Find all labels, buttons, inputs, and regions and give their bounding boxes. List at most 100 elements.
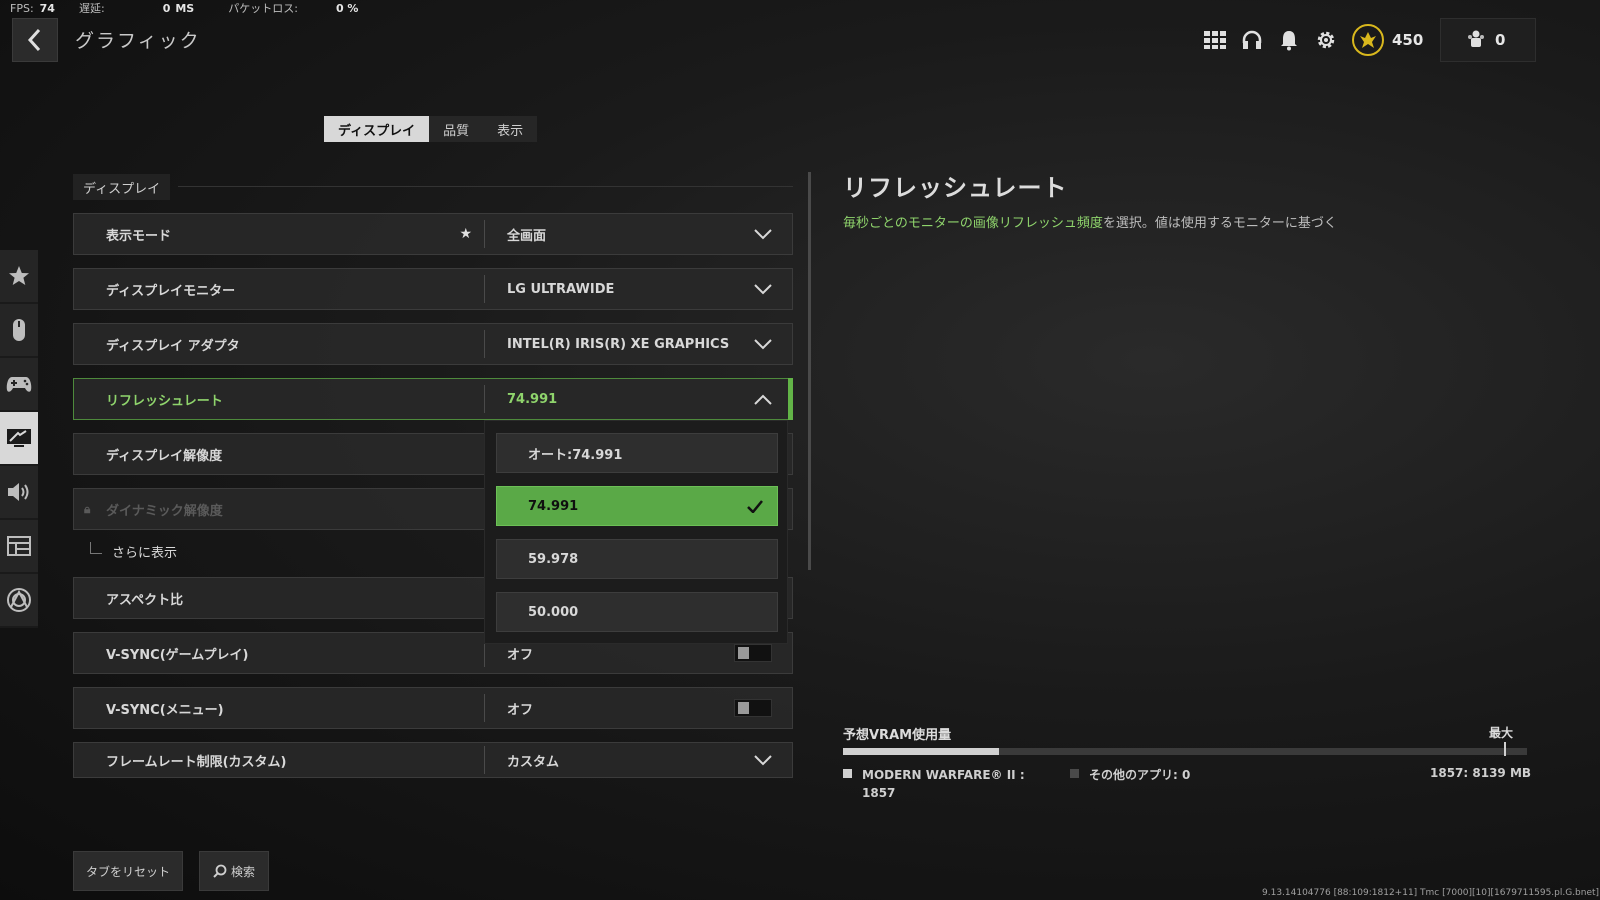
- sidebar-item-interface[interactable]: [0, 520, 38, 574]
- checkmark-icon: [747, 499, 763, 513]
- show-more-label: さらに表示: [112, 545, 178, 561]
- cod-points-icon[interactable]: [1352, 24, 1384, 56]
- reset-tab-button[interactable]: タブをリセット: [73, 851, 183, 891]
- mouse-icon: [13, 319, 25, 341]
- setting-row-vsync-menu[interactable]: V-SYNC(メニュー) オフ: [73, 687, 793, 729]
- settings-scrollbar[interactable]: [808, 172, 811, 570]
- sidebar-item-audio[interactable]: [0, 466, 38, 520]
- search-icon: [213, 864, 227, 878]
- chevron-up-icon[interactable]: [754, 394, 772, 405]
- sidebar-item-graphics[interactable]: [0, 412, 38, 466]
- dropdown-option-selected[interactable]: 74.991: [496, 486, 778, 526]
- packet-loss-value: 0 %: [335, 1, 359, 15]
- setting-label: ディスプレイ解像度: [106, 448, 223, 464]
- sidebar-item-favorites[interactable]: [0, 250, 38, 304]
- sidebar-item-controller[interactable]: [0, 358, 38, 412]
- build-version: 9.13.14104776 [88:109:1812+11] Tmc [7000…: [1262, 888, 1600, 898]
- toggle-knob: [738, 702, 749, 714]
- latency-value: 0: [162, 1, 171, 15]
- party-button[interactable]: 0: [1440, 18, 1536, 62]
- top-right-toolbar: 450: [1200, 18, 1423, 62]
- cod-points-value: 450: [1392, 31, 1424, 49]
- controller-icon: [6, 377, 32, 392]
- search-button[interactable]: 検索: [199, 851, 269, 891]
- option-label: 59.978: [528, 551, 579, 567]
- sidebar-item-network[interactable]: [0, 574, 38, 628]
- monitor-icon: [7, 429, 31, 447]
- legend-swatch: [843, 769, 852, 778]
- gear-icon[interactable]: [1311, 25, 1341, 55]
- tab-view[interactable]: 表示: [483, 116, 537, 142]
- vram-legend-other: その他のアプリ: 0: [1070, 766, 1190, 783]
- vram-max-label: 最大: [1489, 726, 1514, 740]
- show-more-link[interactable]: さらに表示: [90, 538, 177, 564]
- setting-label: ディスプレイ アダプタ: [106, 338, 240, 354]
- option-label: 50.000: [528, 604, 579, 620]
- setting-label: V-SYNC(メニュー): [106, 702, 224, 718]
- chevron-down-icon[interactable]: [754, 228, 772, 240]
- tree-connector: [90, 542, 102, 554]
- speaker-icon: [8, 483, 29, 501]
- settings-sidebar: [0, 250, 38, 628]
- star-icon: [9, 266, 29, 285]
- legend-swatch: [1070, 769, 1079, 778]
- option-label: オート:74.991: [528, 447, 623, 463]
- option-label: 74.991: [528, 498, 579, 514]
- setting-row-display-adapter[interactable]: ディスプレイ アダプタ INTEL(R) IRIS(R) XE GRAPHICS: [73, 323, 793, 365]
- setting-value: オフ: [507, 647, 534, 663]
- setting-row-refresh-rate[interactable]: リフレッシュレート 74.991: [73, 378, 793, 420]
- vram-max-marker: [1503, 742, 1506, 756]
- setting-row-framerate-limit[interactable]: フレームレート制限(カスタム) カスタム: [73, 742, 793, 778]
- vram-title: 予想VRAM使用量: [843, 728, 952, 743]
- star-icon[interactable]: ★: [459, 226, 472, 242]
- legend-game-value: 1857: [862, 786, 896, 800]
- back-button[interactable]: [12, 18, 58, 62]
- settings-tabs: ディスプレイ 品質 表示: [324, 116, 538, 142]
- network-icon: [7, 588, 31, 612]
- sidebar-item-mouse[interactable]: [0, 304, 38, 358]
- party-count: 0: [1495, 31, 1506, 49]
- vram-total: 1857: 8139 MB: [1430, 766, 1532, 780]
- bell-icon[interactable]: [1274, 25, 1304, 55]
- vram-usage-fill: [843, 748, 999, 755]
- vram-legend-game: MODERN WARFARE® II : 1857: [843, 766, 1025, 802]
- chevron-down-icon[interactable]: [754, 754, 772, 766]
- setting-row-display-mode[interactable]: 表示モード ★ 全画面: [73, 213, 793, 255]
- vsync-gameplay-toggle[interactable]: [734, 644, 772, 662]
- info-desc-rest: を選択。値は使用するモニターに基づく: [1102, 216, 1337, 231]
- setting-row-display-monitor[interactable]: ディスプレイモニター LG ULTRAWIDE: [73, 268, 793, 310]
- search-label: 検索: [230, 864, 255, 879]
- setting-value: オフ: [507, 702, 534, 718]
- section-divider: [178, 186, 793, 187]
- latency-label: 遅延:: [78, 2, 105, 15]
- setting-value: 全画面: [507, 228, 547, 244]
- fps-label: FPS:: [10, 1, 34, 15]
- fps-value: 74: [39, 1, 55, 15]
- section-header-display: ディスプレイ: [73, 174, 171, 200]
- party-members-icon: [1468, 30, 1484, 47]
- chevron-down-icon[interactable]: [754, 283, 772, 295]
- setting-value: LG ULTRAWIDE: [507, 281, 615, 297]
- refresh-rate-dropdown: オート:74.991 74.991 59.978 50.000: [484, 420, 788, 644]
- dropdown-option[interactable]: 59.978: [496, 539, 778, 579]
- setting-label: V-SYNC(ゲームプレイ): [106, 647, 249, 663]
- chevron-down-icon[interactable]: [754, 338, 772, 350]
- legend-game-label: MODERN WARFARE® II :: [862, 768, 1025, 782]
- setting-value: 74.991: [507, 391, 558, 407]
- vsync-menu-toggle[interactable]: [734, 699, 772, 717]
- headset-icon[interactable]: [1237, 25, 1267, 55]
- tab-display[interactable]: ディスプレイ: [324, 116, 430, 142]
- info-title: リフレッシュレート: [843, 174, 1068, 202]
- packet-loss-label: パケットロス:: [228, 2, 298, 15]
- setting-value: INTEL(R) IRIS(R) XE GRAPHICS: [507, 336, 730, 352]
- setting-label: アスペクト比: [106, 592, 184, 608]
- info-description: 毎秒ごとのモニターの画像リフレッシュ頻度を選択。値は使用するモニターに基づく: [843, 212, 1337, 231]
- setting-label: 表示モード: [106, 228, 172, 244]
- toggle-knob: [738, 647, 749, 659]
- legend-other-label: その他のアプリ: 0: [1089, 768, 1191, 782]
- grid-menu-icon[interactable]: [1200, 25, 1230, 55]
- tab-quality[interactable]: 品質: [429, 116, 483, 142]
- dropdown-option[interactable]: 50.000: [496, 592, 778, 632]
- chevron-left-icon: [27, 28, 41, 52]
- dropdown-option-auto[interactable]: オート:74.991: [496, 433, 778, 473]
